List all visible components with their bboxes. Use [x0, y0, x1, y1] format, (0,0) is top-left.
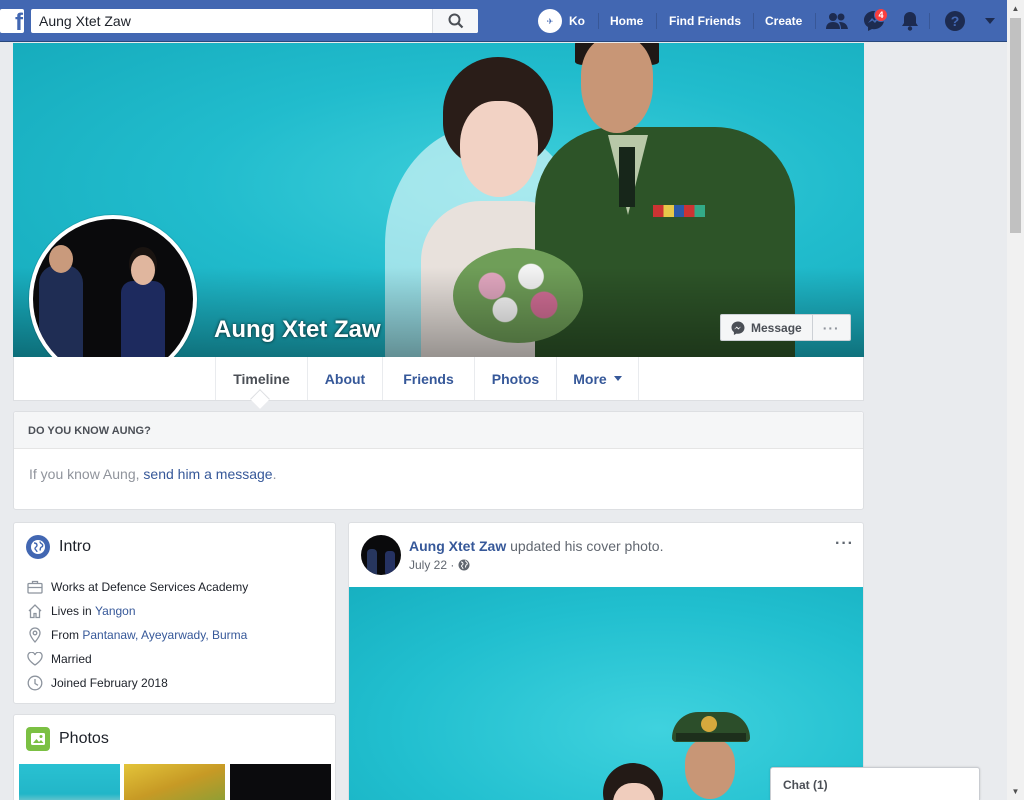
do-you-know-text: If you know Aung, send him a message.	[29, 466, 277, 482]
photo-thumbnail[interactable]	[19, 764, 120, 800]
intro-relationship: Married	[26, 650, 92, 668]
nav-user-name: Ko	[569, 14, 585, 28]
profile-name[interactable]: Aung Xtet Zaw	[214, 316, 381, 344]
nav-home-link[interactable]: Home	[610, 14, 643, 28]
intro-title: Intro	[26, 535, 91, 559]
post-header: Aung Xtet Zaw updated his cover photo.	[409, 538, 664, 554]
intro-lives: Lives in Yangon	[26, 602, 136, 620]
do-you-know-title: DO YOU KNOW AUNG?	[14, 412, 863, 449]
tab-more[interactable]: More	[556, 357, 639, 400]
post-options-button[interactable]: ···	[835, 535, 854, 553]
message-button-label: Message	[751, 320, 802, 335]
nav-divider	[815, 13, 816, 29]
friend-requests-icon[interactable]	[824, 9, 850, 33]
tab-photos[interactable]: Photos	[474, 357, 556, 400]
chevron-down-icon	[613, 376, 622, 381]
top-navigation-bar: f ✈ Ko Home Find Friends Create 4 ?	[0, 0, 1007, 42]
intro-joined: Joined February 2018	[26, 674, 168, 692]
cover-actions: Message ···	[720, 314, 851, 341]
profile-tabs: Timeline About Friends Photos More	[13, 357, 864, 401]
message-button[interactable]: Message	[720, 314, 813, 341]
help-icon[interactable]: ?	[942, 9, 968, 33]
post-author-link[interactable]: Aung Xtet Zaw	[409, 538, 506, 554]
home-icon	[26, 602, 44, 620]
nav-create-link[interactable]: Create	[765, 14, 802, 28]
tab-friends[interactable]: Friends	[382, 357, 474, 400]
search-button[interactable]	[432, 9, 478, 33]
profile-more-button[interactable]: ···	[812, 314, 851, 341]
nav-divider	[929, 13, 930, 29]
page-scrollbar[interactable]: ▲ ▼	[1007, 0, 1024, 800]
photos-card: Photos	[13, 714, 336, 800]
search-box	[31, 9, 478, 33]
timeline-post: Aung Xtet Zaw updated his cover photo. J…	[348, 522, 864, 800]
avatar[interactable]	[361, 535, 401, 575]
search-icon	[448, 13, 463, 29]
briefcase-icon	[26, 578, 44, 596]
nav-divider	[656, 13, 657, 29]
chat-tab[interactable]: Chat (1)	[770, 767, 980, 800]
facebook-logo-icon[interactable]: f	[0, 9, 24, 33]
avatar: ✈	[538, 9, 562, 33]
scroll-down-arrow-icon[interactable]: ▼	[1007, 783, 1024, 800]
messenger-icon	[731, 321, 745, 335]
public-globe-icon	[458, 559, 470, 571]
svg-text:?: ?	[951, 13, 960, 29]
nav-profile-link[interactable]: ✈ Ko	[538, 8, 585, 34]
intro-work: Works at Defence Services Academy	[26, 578, 248, 596]
photo-thumbnail[interactable]	[230, 764, 331, 800]
tab-about[interactable]: About	[307, 357, 382, 400]
search-input[interactable]	[31, 9, 429, 33]
scroll-up-arrow-icon[interactable]: ▲	[1007, 0, 1024, 17]
clock-icon	[26, 674, 44, 692]
heart-icon	[26, 650, 44, 668]
nav-divider	[753, 13, 754, 29]
photo-thumbnail[interactable]	[124, 764, 225, 800]
intro-from: From Pantanaw, Ayeyarwady, Burma	[26, 626, 247, 644]
lives-in-link[interactable]: Yangon	[95, 604, 135, 618]
globe-icon	[26, 535, 50, 559]
nav-divider	[598, 13, 599, 29]
send-message-link[interactable]: send him a message	[143, 466, 272, 482]
tab-more-label: More	[573, 370, 607, 387]
intro-card: Intro Works at Defence Services Academy …	[13, 522, 336, 704]
post-meta: July 22 ·	[409, 558, 470, 572]
nav-find-friends-link[interactable]: Find Friends	[669, 14, 741, 28]
photos-icon	[26, 727, 50, 751]
photos-title[interactable]: Photos	[26, 727, 109, 751]
hometown-link[interactable]: Pantanaw, Ayeyarwady, Burma	[82, 628, 247, 642]
do-you-know-box: DO YOU KNOW AUNG? If you know Aung, send…	[13, 411, 864, 510]
post-date-link[interactable]: July 22	[409, 558, 447, 572]
location-pin-icon	[26, 626, 44, 644]
notifications-bell-icon[interactable]	[897, 9, 923, 33]
scroll-thumb[interactable]	[1010, 18, 1021, 233]
messages-badge: 4	[874, 8, 888, 22]
account-menu-caret-icon[interactable]	[977, 9, 1003, 33]
